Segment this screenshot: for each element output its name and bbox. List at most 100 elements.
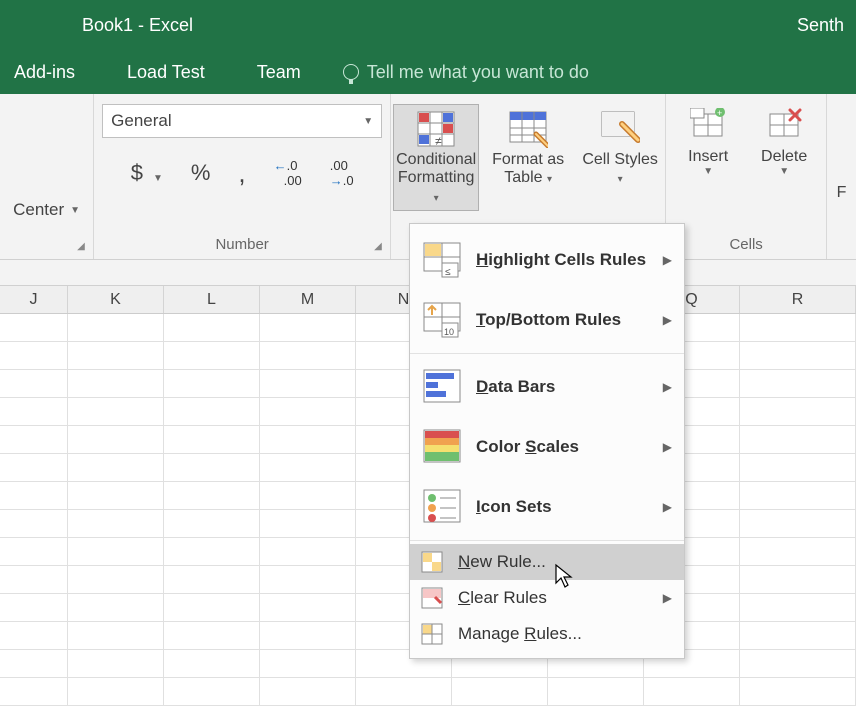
grid-cell[interactable] <box>356 678 452 706</box>
grid-cell[interactable] <box>260 510 356 538</box>
grid-cell[interactable] <box>68 342 164 370</box>
grid-cell[interactable] <box>740 594 856 622</box>
grid-cell[interactable] <box>0 622 68 650</box>
grid-cell[interactable] <box>164 314 260 342</box>
tell-me-search[interactable]: Tell me what you want to do <box>343 62 589 83</box>
col-header[interactable]: R <box>740 286 856 313</box>
grid-cell[interactable] <box>164 622 260 650</box>
grid-cell[interactable] <box>164 594 260 622</box>
grid-cell[interactable] <box>644 678 740 706</box>
grid-cell[interactable] <box>740 538 856 566</box>
grid-cell[interactable] <box>260 538 356 566</box>
grid-cell[interactable] <box>260 314 356 342</box>
grid-cell[interactable] <box>68 622 164 650</box>
grid-cell[interactable] <box>0 314 68 342</box>
grid-cell[interactable] <box>68 398 164 426</box>
grid-cell[interactable] <box>740 342 856 370</box>
dialog-launcher-icon[interactable]: ◢ <box>374 241 386 253</box>
grid-cell[interactable] <box>68 566 164 594</box>
decrease-decimal-button[interactable]: .00→.0 <box>330 158 354 188</box>
grid-cell[interactable] <box>548 678 644 706</box>
grid-cell[interactable] <box>164 370 260 398</box>
col-header[interactable]: M <box>260 286 356 313</box>
grid-cell[interactable] <box>164 342 260 370</box>
grid-cell[interactable] <box>740 426 856 454</box>
grid-cell[interactable] <box>68 482 164 510</box>
tab-addins[interactable]: Add-ins <box>4 58 85 87</box>
grid-cell[interactable] <box>164 482 260 510</box>
grid-cell[interactable] <box>68 314 164 342</box>
grid-cell[interactable] <box>164 650 260 678</box>
number-format-select[interactable]: General ▼ <box>102 104 382 138</box>
grid-cell[interactable] <box>0 342 68 370</box>
grid-cell[interactable] <box>260 342 356 370</box>
grid-cell[interactable] <box>740 398 856 426</box>
grid-cell[interactable] <box>164 566 260 594</box>
increase-decimal-button[interactable]: ←.0.00 <box>274 158 302 188</box>
format-as-table-button[interactable]: Format as Table ▾ <box>485 104 571 211</box>
grid-cell[interactable] <box>0 678 68 706</box>
col-header[interactable]: J <box>0 286 68 313</box>
grid-cell[interactable] <box>0 538 68 566</box>
grid-cell[interactable] <box>740 678 856 706</box>
currency-button[interactable]: $ <box>131 160 143 186</box>
grid-cell[interactable] <box>0 426 68 454</box>
grid-cell[interactable] <box>452 678 548 706</box>
menu-highlight-cells-rules[interactable]: ≤ Highlight Cells Rules ▶ <box>410 230 684 290</box>
grid-cell[interactable] <box>260 454 356 482</box>
chevron-down-icon[interactable]: ▼ <box>779 166 789 177</box>
grid-cell[interactable] <box>164 454 260 482</box>
grid-cell[interactable] <box>260 622 356 650</box>
delete-button[interactable]: Delete ▼ <box>749 104 819 181</box>
menu-clear-rules[interactable]: Clear Rules ▶ <box>410 580 684 616</box>
grid-cell[interactable] <box>740 622 856 650</box>
grid-cell[interactable] <box>0 454 68 482</box>
grid-cell[interactable] <box>68 538 164 566</box>
menu-new-rule[interactable]: New Rule... <box>410 544 684 580</box>
chevron-down-icon[interactable]: ▼ <box>703 166 713 177</box>
grid-cell[interactable] <box>260 426 356 454</box>
grid-cell[interactable] <box>164 426 260 454</box>
grid-cell[interactable] <box>164 538 260 566</box>
grid-cell[interactable] <box>740 650 856 678</box>
grid-cell[interactable] <box>68 370 164 398</box>
percent-button[interactable]: % <box>191 160 211 186</box>
grid-cell[interactable] <box>740 482 856 510</box>
menu-manage-rules[interactable]: Manage Rules... <box>410 616 684 652</box>
center-button[interactable]: Center ▼ <box>13 200 80 220</box>
grid-cell[interactable] <box>0 398 68 426</box>
grid-cell[interactable] <box>740 510 856 538</box>
grid-cell[interactable] <box>164 678 260 706</box>
grid-cell[interactable] <box>260 650 356 678</box>
grid-cell[interactable] <box>740 454 856 482</box>
col-header[interactable]: K <box>68 286 164 313</box>
grid-cell[interactable] <box>164 510 260 538</box>
grid-cell[interactable] <box>260 678 356 706</box>
grid-cell[interactable] <box>0 510 68 538</box>
chevron-down-icon[interactable]: ▼ <box>153 173 163 184</box>
dialog-launcher-icon[interactable]: ◢ <box>77 241 89 253</box>
grid-cell[interactable] <box>68 510 164 538</box>
grid-cell[interactable] <box>260 398 356 426</box>
grid-cell[interactable] <box>0 650 68 678</box>
grid-cell[interactable] <box>740 314 856 342</box>
grid-cell[interactable] <box>0 482 68 510</box>
grid-cell[interactable] <box>68 678 164 706</box>
comma-button[interactable]: , <box>238 168 245 178</box>
grid-cell[interactable] <box>68 650 164 678</box>
cell-styles-button[interactable]: Cell Styles ▾ <box>577 104 663 211</box>
grid-cell[interactable] <box>740 370 856 398</box>
grid-cell[interactable] <box>260 370 356 398</box>
menu-top-bottom-rules[interactable]: 10 Top/Bottom Rules ▶ <box>410 290 684 350</box>
col-header[interactable]: L <box>164 286 260 313</box>
grid-cell[interactable] <box>260 566 356 594</box>
menu-data-bars[interactable]: Data Bars ▶ <box>410 357 684 417</box>
menu-icon-sets[interactable]: Icon Sets ▶ <box>410 477 684 537</box>
grid-cell[interactable] <box>68 426 164 454</box>
grid-cell[interactable] <box>740 566 856 594</box>
grid-cell[interactable] <box>0 594 68 622</box>
grid-cell[interactable] <box>68 594 164 622</box>
insert-button[interactable]: + Insert ▼ <box>673 104 743 181</box>
tab-team[interactable]: Team <box>247 58 311 87</box>
grid-cell[interactable] <box>260 482 356 510</box>
